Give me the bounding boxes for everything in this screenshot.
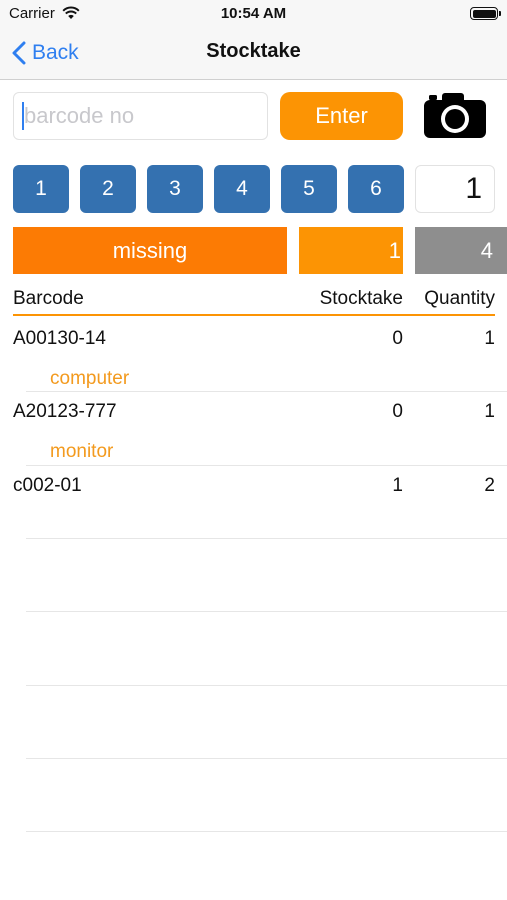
camera-icon <box>424 93 486 138</box>
row-separator <box>26 758 507 759</box>
header-quantity: Quantity <box>424 288 495 309</box>
camera-button[interactable] <box>422 90 488 140</box>
table-row[interactable]: A20123-777 0 1 monitor <box>0 391 507 464</box>
text-caret <box>22 102 24 130</box>
stocktake-count[interactable]: 1 <box>299 227 403 274</box>
row-quantity: 1 <box>484 328 495 349</box>
row-barcode: A20123-777 <box>13 401 117 422</box>
navigation-bar: Back Stocktake <box>0 28 507 80</box>
row-barcode: A00130-14 <box>13 328 106 349</box>
page-title: Stocktake <box>206 40 301 62</box>
enter-button[interactable]: Enter <box>280 92 403 140</box>
number-button-4[interactable]: 4 <box>214 165 270 213</box>
row-separator <box>26 685 507 686</box>
total-count[interactable]: 4 <box>415 227 507 274</box>
header-barcode: Barcode <box>13 288 84 309</box>
battery-icon <box>470 7 501 20</box>
row-quantity: 1 <box>484 401 495 422</box>
row-quantity: 2 <box>484 475 495 496</box>
row-description: computer <box>50 368 130 389</box>
number-button-6[interactable]: 6 <box>348 165 404 213</box>
number-button-2[interactable]: 2 <box>80 165 136 213</box>
status-bar: Carrier 10:54 AM <box>0 0 507 28</box>
number-button-1[interactable]: 1 <box>13 165 69 213</box>
table-row[interactable]: A00130-14 0 1 computer <box>0 318 507 391</box>
table-header: Barcode Stocktake Quantity <box>13 286 495 316</box>
number-button-3[interactable]: 3 <box>147 165 203 213</box>
row-barcode: c002-01 <box>13 475 82 496</box>
table-row[interactable]: c002-01 1 2 <box>0 465 507 538</box>
row-stocktake: 0 <box>392 401 403 422</box>
row-stocktake: 0 <box>392 328 403 349</box>
barcode-input[interactable] <box>13 92 268 140</box>
row-stocktake: 1 <box>392 475 403 496</box>
header-stocktake: Stocktake <box>319 288 403 309</box>
status-time: 10:54 AM <box>220 5 287 22</box>
row-separator <box>26 831 507 832</box>
missing-filter-button[interactable]: missing <box>13 227 287 274</box>
row-separator <box>26 538 507 539</box>
row-description: monitor <box>50 441 114 462</box>
row-separator <box>26 611 507 612</box>
selected-number-field[interactable]: 1 <box>415 165 495 213</box>
number-button-5[interactable]: 5 <box>281 165 337 213</box>
